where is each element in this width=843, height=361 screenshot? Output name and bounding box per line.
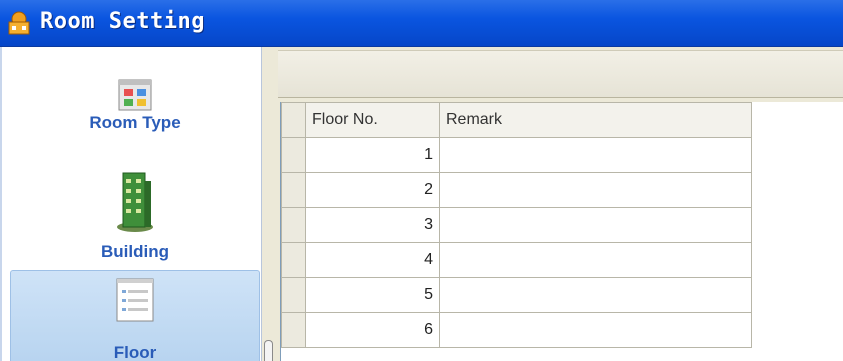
remark-cell[interactable] xyxy=(439,207,752,243)
floor-no-cell[interactable]: 4 xyxy=(305,242,440,278)
row-header[interactable] xyxy=(281,312,306,348)
sidebar-item-label: Room Type xyxy=(89,113,181,132)
scrollbar-thumb[interactable] xyxy=(264,340,273,361)
sidebar-item-label: Building xyxy=(101,242,169,261)
sidebar-splitter[interactable] xyxy=(263,47,278,361)
row-header[interactable] xyxy=(281,207,306,243)
table-row[interactable]: 1 xyxy=(281,137,752,173)
remark-cell[interactable] xyxy=(439,312,752,348)
row-header[interactable] xyxy=(281,172,306,208)
floor-no-cell[interactable]: 2 xyxy=(305,172,440,208)
title-bar: Room Setting xyxy=(0,0,843,47)
row-header[interactable] xyxy=(281,137,306,173)
column-header-remark[interactable]: Remark xyxy=(439,102,752,138)
remark-cell[interactable] xyxy=(439,242,752,278)
sidebar-item-label: Floor xyxy=(113,343,157,361)
building-icon xyxy=(117,172,153,232)
remark-cell[interactable] xyxy=(439,137,752,173)
sidebar-item-building[interactable]: Building xyxy=(10,167,260,265)
toolbar xyxy=(278,50,843,98)
table-row[interactable]: 3 xyxy=(281,207,752,243)
table-row[interactable]: 6 xyxy=(281,312,752,348)
floor-no-cell[interactable]: 3 xyxy=(305,207,440,243)
table-row[interactable]: 2 xyxy=(281,172,752,208)
floor-grid: Floor No. Remark 1 2 3 4 5 6 xyxy=(280,102,843,361)
sidebar: Room Type Building Floor xyxy=(0,47,262,361)
remark-cell[interactable] xyxy=(439,172,752,208)
room-type-icon xyxy=(118,79,152,111)
app-house-icon xyxy=(8,11,30,35)
row-header[interactable] xyxy=(281,242,306,278)
data-grid: Floor No. Remark 1 2 3 4 5 6 xyxy=(281,102,752,348)
sidebar-item-room-type[interactable]: Room Type xyxy=(10,55,260,135)
row-header[interactable] xyxy=(281,277,306,313)
floor-no-cell[interactable]: 1 xyxy=(305,137,440,173)
floor-no-cell[interactable]: 6 xyxy=(305,312,440,348)
column-header-floor-no[interactable]: Floor No. xyxy=(305,102,440,138)
grid-header-row: Floor No. Remark xyxy=(281,102,752,138)
floor-no-cell[interactable]: 5 xyxy=(305,277,440,313)
table-row[interactable]: 5 xyxy=(281,277,752,313)
remark-cell[interactable] xyxy=(439,277,752,313)
table-row[interactable]: 4 xyxy=(281,242,752,278)
sidebar-item-floor[interactable]: Floor xyxy=(10,270,260,361)
floor-icon xyxy=(116,278,154,322)
window-title: Room Setting xyxy=(40,9,205,34)
row-header-corner xyxy=(281,102,306,138)
